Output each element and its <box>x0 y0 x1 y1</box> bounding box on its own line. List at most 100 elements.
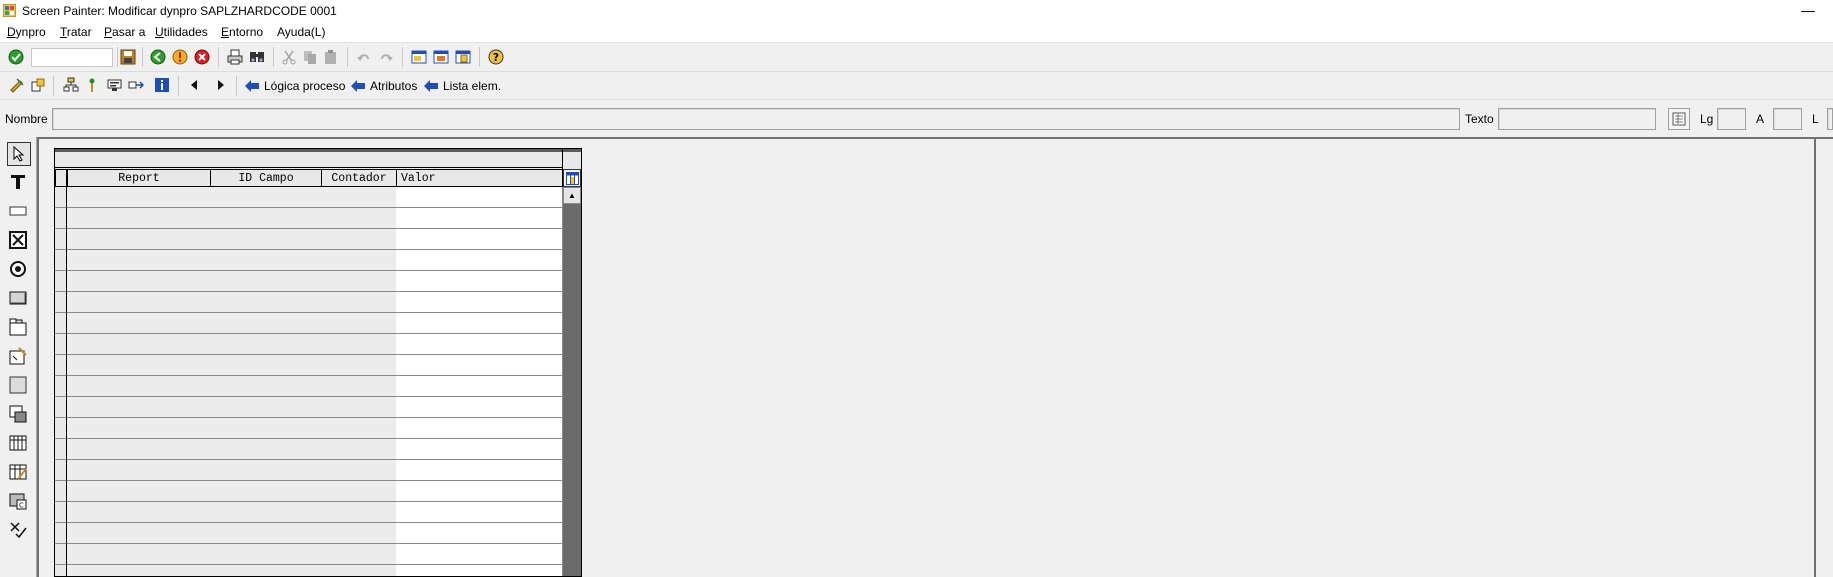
cell-id-campo[interactable] <box>210 334 322 355</box>
pin-icon[interactable] <box>83 76 101 94</box>
cell-id-campo[interactable] <box>210 481 322 502</box>
cell-contador[interactable] <box>321 418 397 439</box>
cell-contador[interactable] <box>321 250 397 271</box>
cell-contador[interactable] <box>321 208 397 229</box>
row-selector[interactable] <box>55 523 67 544</box>
cell-report[interactable] <box>67 418 211 439</box>
cell-id-campo[interactable] <box>210 565 322 576</box>
input-field-tool-icon[interactable] <box>7 200 29 222</box>
cell-valor[interactable] <box>396 481 563 502</box>
cell-id-campo[interactable] <box>210 523 322 544</box>
layout-window-alt-icon[interactable] <box>432 48 450 66</box>
cell-valor[interactable] <box>396 292 563 313</box>
nombre-field[interactable] <box>52 108 1460 130</box>
radio-button-tool-icon[interactable] <box>7 258 29 280</box>
cell-report[interactable] <box>67 481 211 502</box>
layout-window-doc-icon[interactable] <box>454 48 472 66</box>
row-selector[interactable] <box>55 460 67 481</box>
a-field[interactable] <box>1773 108 1802 130</box>
cell-contador[interactable] <box>321 544 397 565</box>
cell-valor[interactable] <box>396 229 563 250</box>
minimize-button[interactable]: — <box>1795 1 1821 21</box>
menu-tratar[interactable]: Tratar <box>60 25 92 39</box>
row-selector[interactable] <box>55 313 67 334</box>
cell-report[interactable] <box>67 544 211 565</box>
back-icon[interactable] <box>149 48 167 66</box>
row-selector[interactable] <box>55 334 67 355</box>
vertical-scrollbar[interactable] <box>563 187 581 576</box>
row-selector[interactable] <box>55 376 67 397</box>
cell-report[interactable] <box>67 355 211 376</box>
cell-id-campo[interactable] <box>210 208 322 229</box>
row-selector[interactable] <box>55 439 67 460</box>
cell-id-campo[interactable] <box>210 250 322 271</box>
cell-report[interactable] <box>67 229 211 250</box>
cancel-icon[interactable] <box>193 48 211 66</box>
custom-control-tool-icon[interactable]: C <box>7 490 29 512</box>
cell-contador[interactable] <box>321 313 397 334</box>
cell-contador[interactable] <box>321 502 397 523</box>
row-selector[interactable] <box>55 208 67 229</box>
cell-report[interactable] <box>67 187 211 208</box>
save-icon[interactable] <box>119 48 137 66</box>
cell-valor[interactable] <box>396 523 563 544</box>
hierarchy-icon[interactable] <box>62 76 80 94</box>
row-selector[interactable] <box>55 481 67 502</box>
enter-check-icon[interactable] <box>7 48 25 66</box>
cell-report[interactable] <box>67 523 211 544</box>
cell-valor[interactable] <box>396 439 563 460</box>
cell-contador[interactable] <box>321 334 397 355</box>
cell-id-campo[interactable] <box>210 313 322 334</box>
cell-id-campo[interactable] <box>210 376 322 397</box>
l-field[interactable] <box>1827 108 1833 130</box>
pushbutton-tool-icon[interactable] <box>7 287 29 309</box>
cell-id-campo[interactable] <box>210 229 322 250</box>
cell-valor[interactable] <box>396 250 563 271</box>
find-icon[interactable] <box>248 48 266 66</box>
cell-valor[interactable] <box>396 397 563 418</box>
cell-valor[interactable] <box>396 187 563 208</box>
cell-contador[interactable] <box>321 292 397 313</box>
screen-layout-icon[interactable] <box>106 76 124 94</box>
table-control-tool-icon[interactable] <box>7 432 29 454</box>
row-selector[interactable] <box>55 397 67 418</box>
text-field-tool-icon[interactable] <box>7 171 29 193</box>
cell-valor[interactable] <box>396 544 563 565</box>
cell-report[interactable] <box>67 250 211 271</box>
texto-field[interactable] <box>1498 108 1656 130</box>
cell-report[interactable] <box>67 565 211 576</box>
box-tool-icon[interactable] <box>7 374 29 396</box>
previous-icon[interactable] <box>186 76 204 94</box>
cell-id-campo[interactable] <box>210 439 322 460</box>
cell-contador[interactable] <box>321 565 397 576</box>
row-selector[interactable] <box>55 271 67 292</box>
cell-valor[interactable] <box>396 565 563 576</box>
cell-valor[interactable] <box>396 208 563 229</box>
scroll-up-icon[interactable]: ▲ <box>563 187 581 204</box>
menu-dynpro[interactable]: Dynpro <box>7 25 46 39</box>
cell-valor[interactable] <box>396 418 563 439</box>
table-control-wizard-icon[interactable] <box>7 461 29 483</box>
row-selector[interactable] <box>55 250 67 271</box>
row-selector[interactable] <box>55 565 67 576</box>
checkbox-tool-icon[interactable] <box>7 229 29 251</box>
info-icon[interactable] <box>153 76 171 94</box>
cell-report[interactable] <box>67 502 211 523</box>
cell-id-campo[interactable] <box>210 187 322 208</box>
cell-contador[interactable] <box>321 187 397 208</box>
cell-report[interactable] <box>67 376 211 397</box>
row-selector[interactable] <box>55 229 67 250</box>
layout-window-icon[interactable] <box>410 48 428 66</box>
cell-report[interactable] <box>67 439 211 460</box>
cell-valor[interactable] <box>396 502 563 523</box>
row-selector[interactable] <box>55 418 67 439</box>
row-selector[interactable] <box>55 544 67 565</box>
cell-contador[interactable] <box>321 523 397 544</box>
atributos-button[interactable]: Atributos <box>350 76 417 96</box>
cell-contador[interactable] <box>321 376 397 397</box>
cell-id-campo[interactable] <box>210 418 322 439</box>
tabstrip-wizard-icon[interactable] <box>7 345 29 367</box>
cell-id-campo[interactable] <box>210 355 322 376</box>
lista-elem-button[interactable]: Lista elem. <box>423 76 501 96</box>
subscreen-tool-icon[interactable] <box>7 403 29 425</box>
